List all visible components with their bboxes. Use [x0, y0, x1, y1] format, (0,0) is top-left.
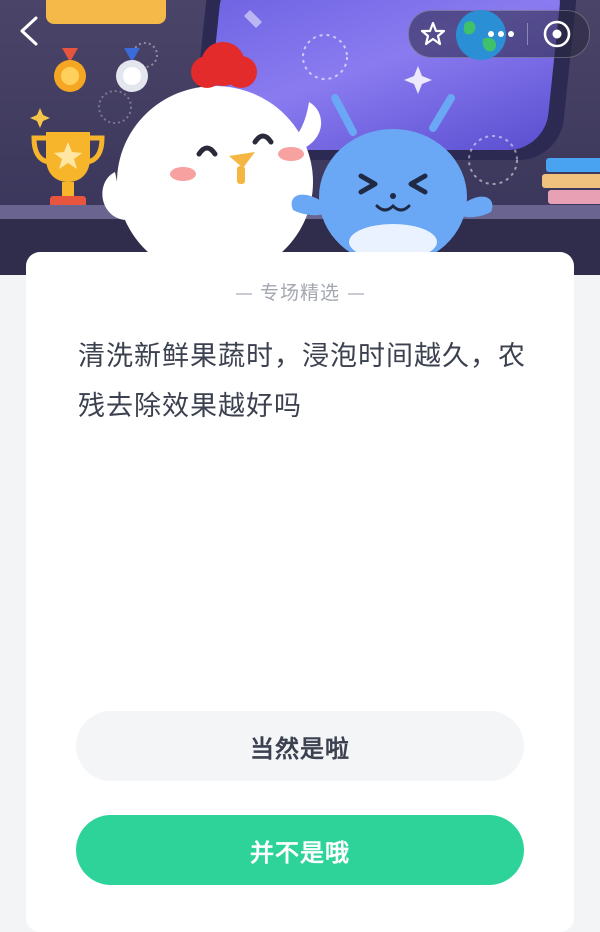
back-button[interactable] [14, 14, 44, 48]
answer-option-yes[interactable]: 当然是啦 [76, 711, 524, 781]
answer-option-no[interactable]: 并不是哦 [76, 815, 524, 885]
alien-mascot [291, 94, 493, 252]
tag-dash-right [348, 292, 364, 295]
tag-dash-left [235, 292, 252, 295]
more-dots-icon [488, 31, 514, 37]
favorite-button[interactable] [411, 11, 455, 57]
star-icon [420, 21, 446, 46]
question-text: 清洗新鲜果蔬时，浸泡时间越久，农残去除效果越好吗 [78, 341, 526, 422]
answer-option-yes-label: 当然是啦 [250, 734, 350, 763]
close-button[interactable] [535, 11, 579, 57]
section-tag: 专场精选 [26, 278, 574, 305]
target-circle-icon [543, 20, 571, 48]
mini-program-capsule [408, 10, 590, 60]
capsule-divider [527, 23, 528, 45]
header-illustration [0, 0, 600, 275]
badge-banner [46, 0, 166, 24]
section-tag-label: 专场精选 [259, 282, 340, 304]
answer-option-no-label: 并不是哦 [250, 838, 350, 867]
more-button[interactable] [479, 11, 523, 57]
chevron-left-icon [20, 16, 38, 46]
books-icon [542, 158, 600, 204]
